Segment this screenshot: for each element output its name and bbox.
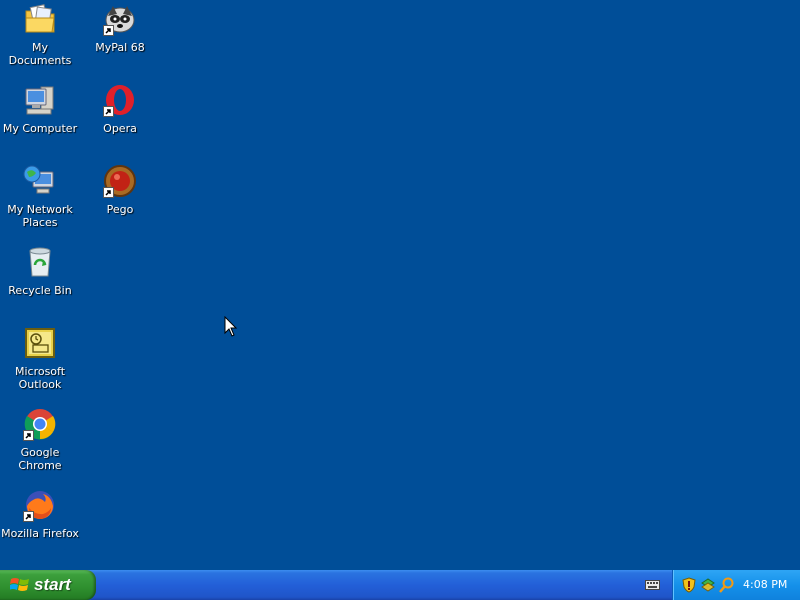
- network-places-icon: [23, 164, 57, 198]
- desktop-icon-label: My Network Places: [7, 203, 73, 229]
- recycle-bin-icon: [23, 245, 57, 279]
- my-computer-icon: [23, 83, 57, 117]
- shortcut-arrow-icon: [23, 511, 34, 522]
- firefox-icon: [23, 488, 57, 522]
- desktop-icon-my-documents[interactable]: My Documents: [0, 2, 80, 67]
- shortcut-arrow-icon: [103, 187, 114, 198]
- pego-icon: [103, 164, 137, 198]
- desktop-icon-label: Google Chrome: [18, 446, 62, 472]
- mypal-icon: [103, 2, 137, 36]
- desktop-icon-opera[interactable]: Opera: [80, 83, 160, 135]
- mouse-cursor-icon: [224, 316, 238, 337]
- start-button[interactable]: start: [0, 570, 96, 600]
- shortcut-arrow-icon: [23, 430, 34, 441]
- desktop-icon-label: Pego: [106, 203, 134, 216]
- desktop-icon-chrome[interactable]: Google Chrome: [0, 407, 80, 472]
- desktop-icon-my-computer[interactable]: My Computer: [0, 83, 80, 135]
- desktop-icon-label: MyPal 68: [95, 41, 145, 54]
- desktop-icon-label: My Documents: [8, 41, 72, 67]
- system-tray: 4:08 PM: [672, 570, 800, 600]
- desktop-icon-mypal[interactable]: MyPal 68: [80, 2, 160, 54]
- desktop-icon-recycle-bin[interactable]: Recycle Bin: [0, 245, 80, 297]
- desktop-icon-label: Opera: [103, 122, 137, 135]
- network-icon[interactable]: [700, 577, 716, 593]
- outlook-icon: [23, 326, 57, 360]
- security-shield-icon[interactable]: [681, 577, 697, 593]
- desktop: My Documents MyPal 68 My Computer Opera …: [0, 0, 800, 570]
- desktop-icon-label: Mozilla Firefox: [1, 527, 79, 540]
- shortcut-arrow-icon: [103, 25, 114, 36]
- desktop-icon-label: Microsoft Outlook: [14, 365, 66, 391]
- my-documents-icon: [23, 2, 57, 36]
- desktop-icon-network-places[interactable]: My Network Places: [0, 164, 80, 229]
- clock[interactable]: 4:08 PM: [743, 578, 787, 591]
- desktop-icon-outlook[interactable]: Microsoft Outlook: [0, 326, 80, 391]
- chrome-icon: [23, 407, 57, 441]
- start-label: start: [34, 575, 71, 594]
- desktop-icon-label: Recycle Bin: [8, 284, 72, 297]
- opera-icon: [103, 83, 137, 117]
- desktop-icon-pego[interactable]: Pego: [80, 164, 160, 216]
- desktop-icon-firefox[interactable]: Mozilla Firefox: [0, 488, 80, 540]
- taskbar: start 4:08 PM: [0, 570, 800, 600]
- shortcut-arrow-icon: [103, 106, 114, 117]
- desktop-icon-label: My Computer: [2, 122, 78, 135]
- keyboard-icon[interactable]: [645, 578, 660, 592]
- windows-logo-icon: [10, 578, 29, 591]
- search-icon[interactable]: [719, 577, 735, 593]
